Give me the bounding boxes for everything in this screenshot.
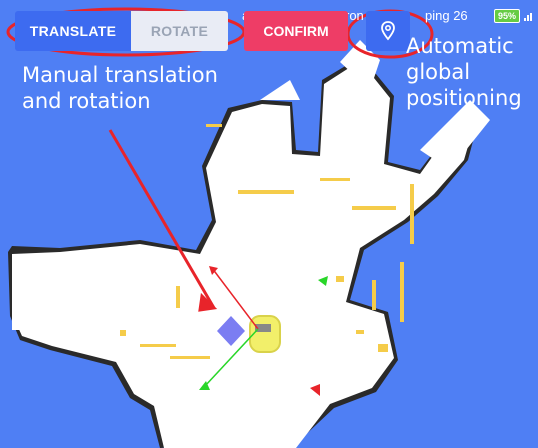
signal-icon <box>524 13 532 21</box>
status-text-c: ping 26 <box>425 8 468 23</box>
locate-button[interactable] <box>366 11 410 51</box>
mode-segmented-control: TRANSLATE ROTATE <box>15 11 228 51</box>
rotate-button[interactable]: ROTATE <box>131 11 228 51</box>
translate-button[interactable]: TRANSLATE <box>15 11 131 51</box>
auto-annotation: Automatic global positioning <box>406 34 522 110</box>
manual-annotation: Manual translation and rotation <box>22 63 218 113</box>
location-pin-icon <box>381 21 395 41</box>
battery-indicator: 95% <box>493 9 520 23</box>
confirm-button[interactable]: CONFIRM <box>244 11 348 51</box>
